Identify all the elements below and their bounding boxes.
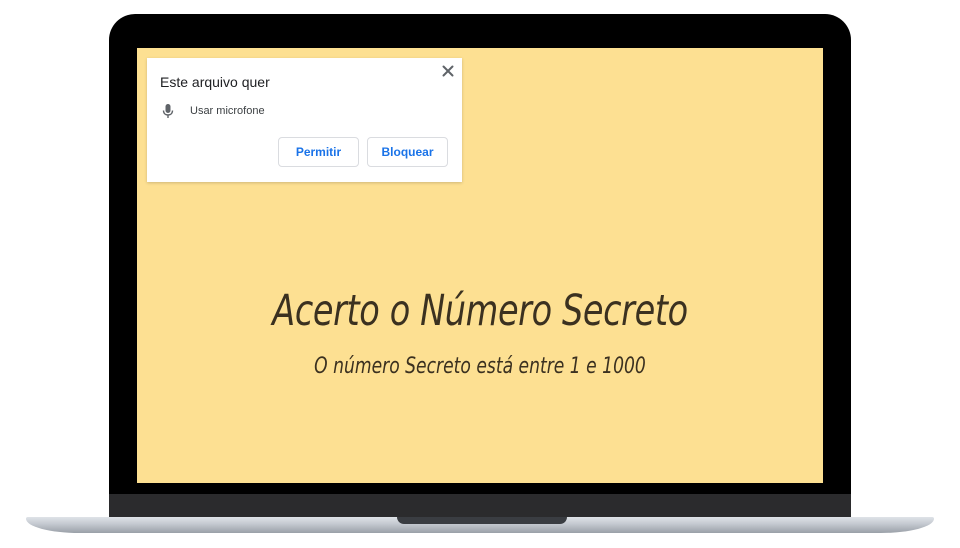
close-icon[interactable] [440,63,456,79]
laptop-chin [109,494,851,518]
popup-title: Este arquivo quer [160,74,270,90]
laptop-mockup: Acerto o Número Secreto O número Secreto… [0,0,960,548]
page-title: Acerto o Número Secreto [272,286,688,336]
page-subtitle: O número Secreto está entre 1 e 1000 [314,354,646,379]
block-button[interactable]: Bloquear [367,137,448,167]
allow-button[interactable]: Permitir [278,137,359,167]
permission-popup: Este arquivo quer Usar microfone Permiti… [147,58,462,182]
permission-label: Usar microfone [190,105,265,117]
microphone-icon [160,103,176,119]
laptop-notch [397,517,567,524]
permission-item-microphone: Usar microfone [160,103,265,119]
